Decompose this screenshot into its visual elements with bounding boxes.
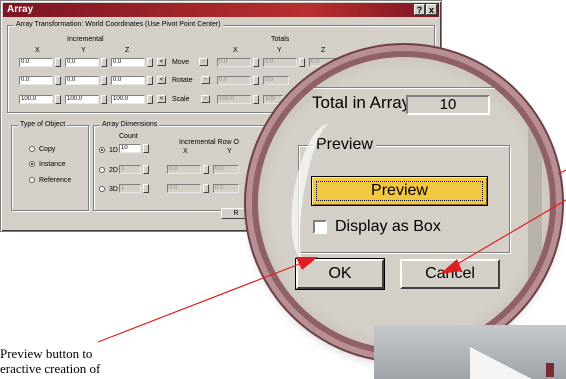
arrow-to-checkbox-line bbox=[453, 199, 566, 267]
callout-arrows bbox=[97, 169, 566, 343]
arrow-to-preview-head bbox=[296, 257, 318, 270]
arrow-offscreen-line bbox=[557, 169, 566, 175]
arrow-to-checkbox-head bbox=[440, 259, 462, 274]
arrow-to-preview-line bbox=[97, 262, 303, 343]
